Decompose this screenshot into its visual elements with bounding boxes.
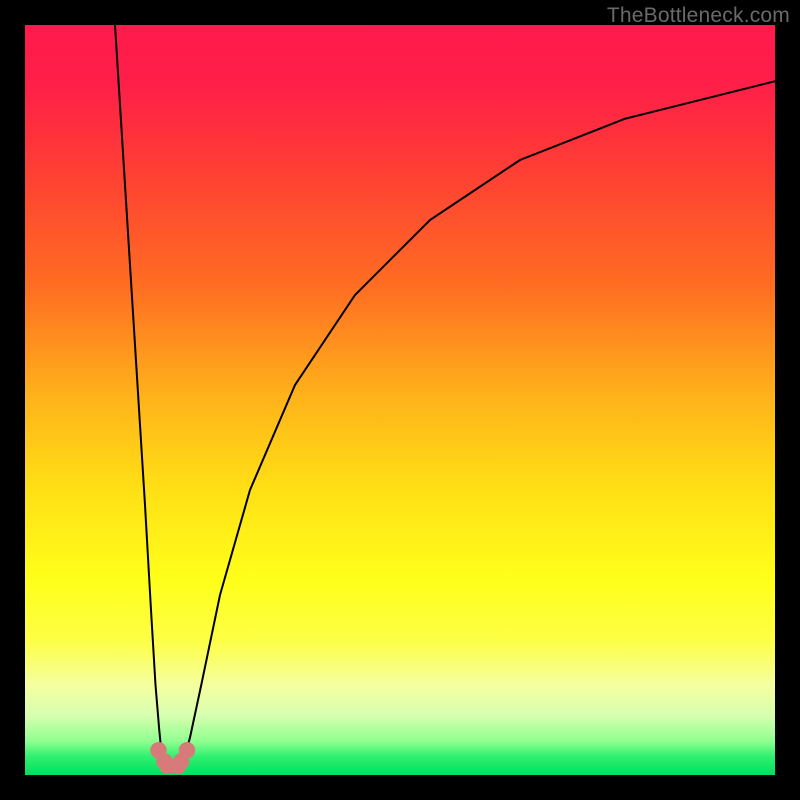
- background-gradient: [25, 25, 775, 775]
- watermark-text: TheBottleneck.com: [607, 4, 790, 28]
- plot-area: [25, 25, 775, 775]
- chart-frame: TheBottleneck.com: [0, 0, 800, 800]
